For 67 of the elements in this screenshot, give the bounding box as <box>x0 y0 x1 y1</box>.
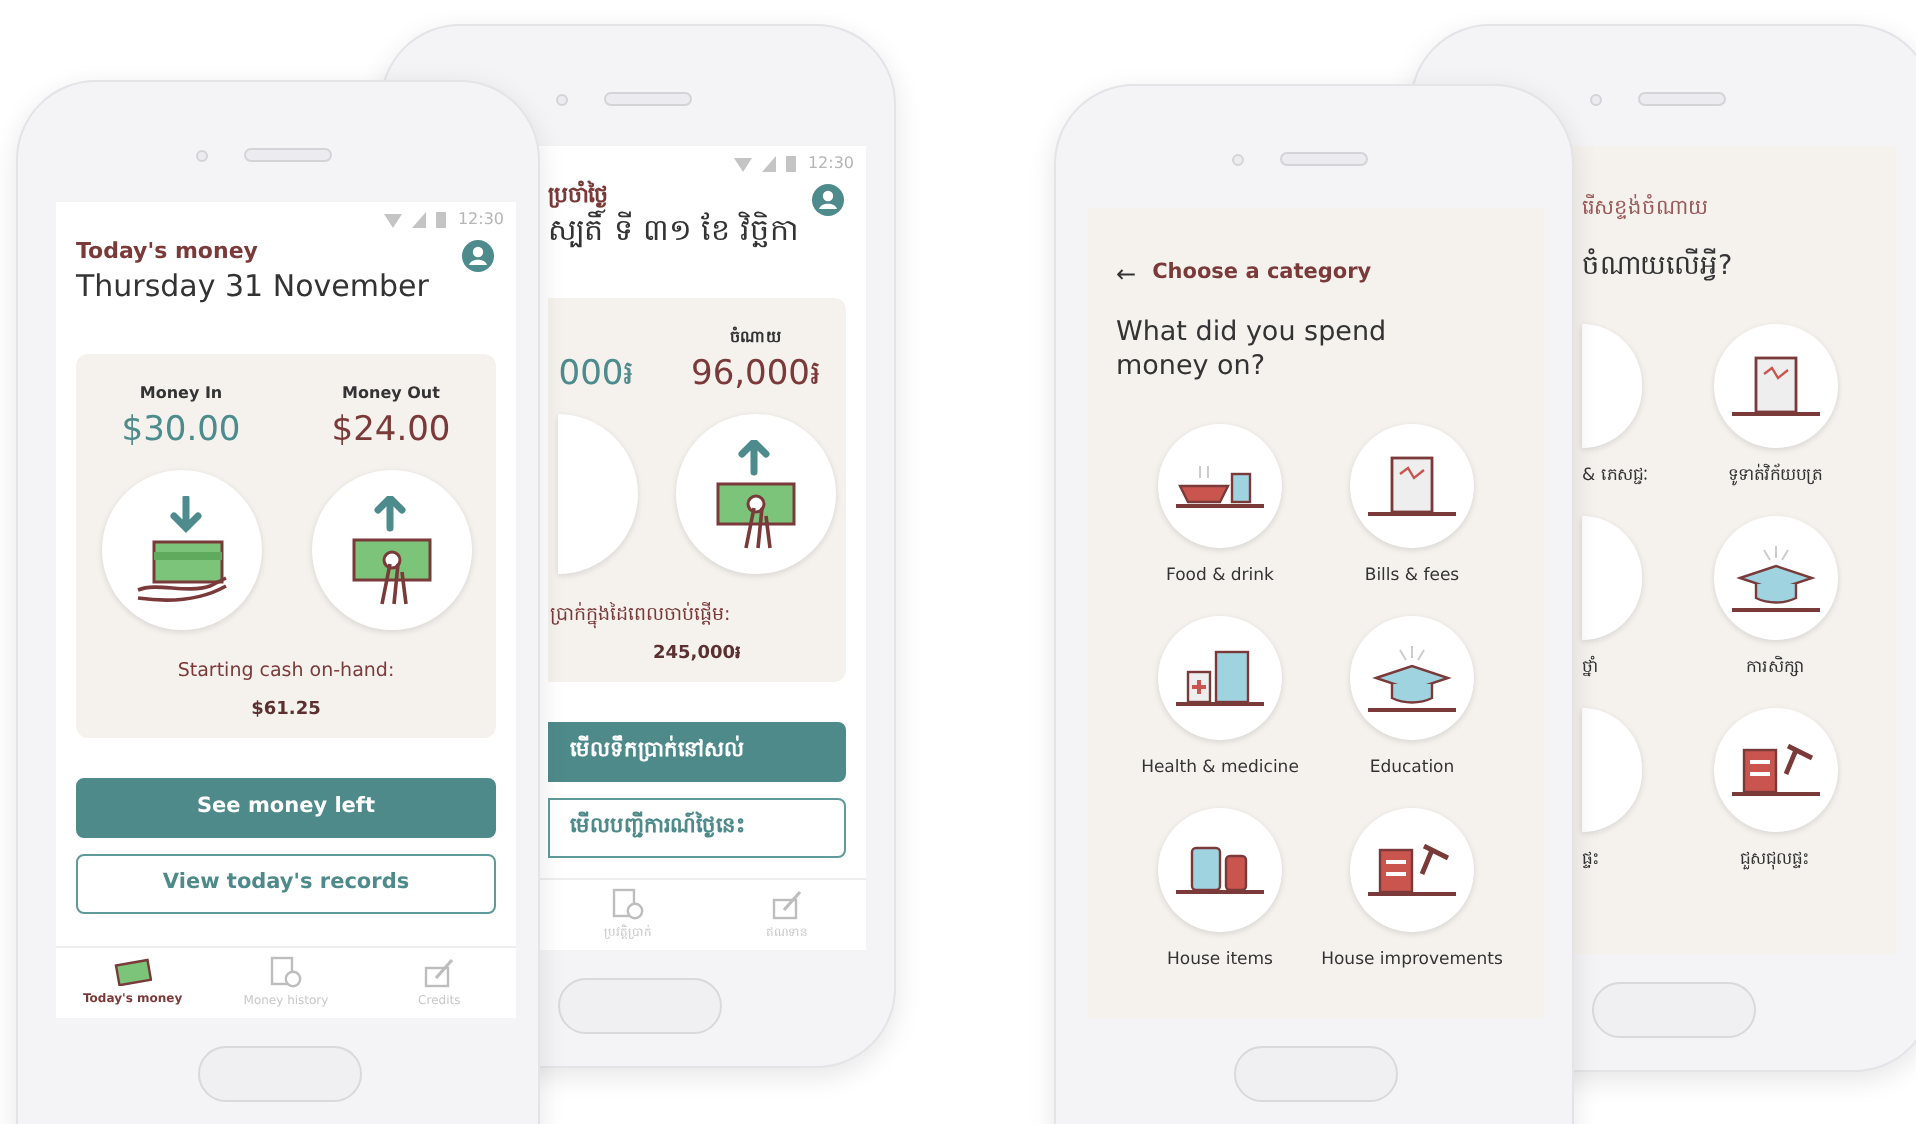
money-label: Money In <box>139 382 223 406</box>
speaker-slot <box>1280 152 1368 166</box>
status-time: 12:30 <box>807 152 854 176</box>
signal-icon <box>409 210 428 230</box>
profile-icon <box>810 182 846 218</box>
speaker-slot <box>604 92 692 106</box>
outline-button[interactable]: មើលបញ្ជីការណ៍ថ្ងៃនេះ <box>548 798 846 858</box>
primary-button[interactable]: មើលទឹកប្រាក់នៅសល់ <box>548 722 846 782</box>
category-label[interactable]: ផ្ទះ <box>1582 847 1600 872</box>
screen-heading: Choose a category <box>1152 258 1372 289</box>
back-arrow[interactable]: ← <box>1116 256 1137 292</box>
question-title: What did you spend money on? <box>1116 316 1389 384</box>
house-hammer-icon <box>1366 844 1458 896</box>
document-icon <box>1366 456 1458 516</box>
category-label[interactable]: Food & drink <box>1124 564 1316 588</box>
primary-button[interactable]: See money left <box>76 778 496 838</box>
section-title: ប្រចាំថ្ងៃ <box>548 182 610 209</box>
outline-button[interactable]: View today's records <box>76 854 496 914</box>
category-label[interactable]: Health & medicine <box>1124 756 1316 780</box>
document-clock-icon <box>269 955 303 989</box>
money-amount: $24.00 <box>331 408 451 454</box>
screen-heading: រើសខ្ទង់ចំណាយ <box>1582 194 1708 224</box>
category-label[interactable]: ថ្នាំ <box>1582 655 1598 680</box>
money-label: Money Out <box>342 382 440 406</box>
date-heading: ស្បតិ៍ ទី ៣១ ខែ វិច្ឆិកា <box>548 210 801 250</box>
battery-icon <box>433 210 448 230</box>
category-label[interactable]: ជួសជុលផ្ទះ <box>1679 847 1871 872</box>
category-label[interactable]: Education <box>1316 756 1508 780</box>
graduation-cap-icon <box>1729 543 1821 612</box>
bottles-icon <box>1174 846 1266 894</box>
pencil-paper-icon <box>424 957 455 987</box>
status-time: 12:30 <box>457 208 504 232</box>
pencil-paper-icon <box>771 889 802 919</box>
category-label[interactable]: & ភេសជ្ជៈ <box>1582 463 1649 488</box>
cash-out-drawing <box>351 495 431 605</box>
category-label[interactable]: Bills & fees <box>1316 564 1508 588</box>
house-hammer-icon <box>1729 743 1821 796</box>
signal-icon <box>759 154 778 174</box>
category-label[interactable]: ទូទាត់វិក័យបត្រ <box>1679 463 1871 488</box>
section-title: Today's money <box>76 238 260 266</box>
document-icon <box>1729 355 1821 416</box>
speaker-slot <box>244 148 332 162</box>
cash-out-drawing <box>715 439 796 549</box>
category-label[interactable]: House items <box>1124 948 1316 972</box>
money-amount: $30.00 <box>121 408 241 454</box>
bowl-cup-icon <box>1174 464 1266 508</box>
cash-in-drawing <box>135 496 227 604</box>
profile-icon <box>460 238 496 274</box>
starting-cash-label: ប្រាក់ក្នុងដៃពេលចាប់ផ្តើម: <box>550 602 731 631</box>
money-label: ចំណាយ <box>729 326 782 350</box>
graduation-cap-icon <box>1366 644 1458 712</box>
money-amount: 96,000៛ <box>691 352 820 398</box>
starting-cash-label: Starting cash on-hand: <box>177 658 395 686</box>
cash-icon <box>113 957 153 987</box>
question-title: ចំណាយលើអ្វី? <box>1582 249 1735 284</box>
document-clock-icon <box>611 887 644 921</box>
medicine-building-icon <box>1174 650 1266 706</box>
money-amount: 000៛ <box>558 352 634 398</box>
speaker-slot <box>1638 92 1726 106</box>
wifi-icon <box>731 155 754 173</box>
battery-icon <box>783 154 798 174</box>
category-label[interactable]: ការសិក្សា <box>1679 655 1871 680</box>
category-label[interactable]: House improvements <box>1316 948 1508 972</box>
wifi-icon <box>381 211 404 229</box>
date-heading: Thursday 31 November <box>76 266 429 306</box>
starting-cash-amount: 245,000៛ <box>653 642 741 669</box>
starting-cash-amount: $61.25 <box>251 698 321 725</box>
